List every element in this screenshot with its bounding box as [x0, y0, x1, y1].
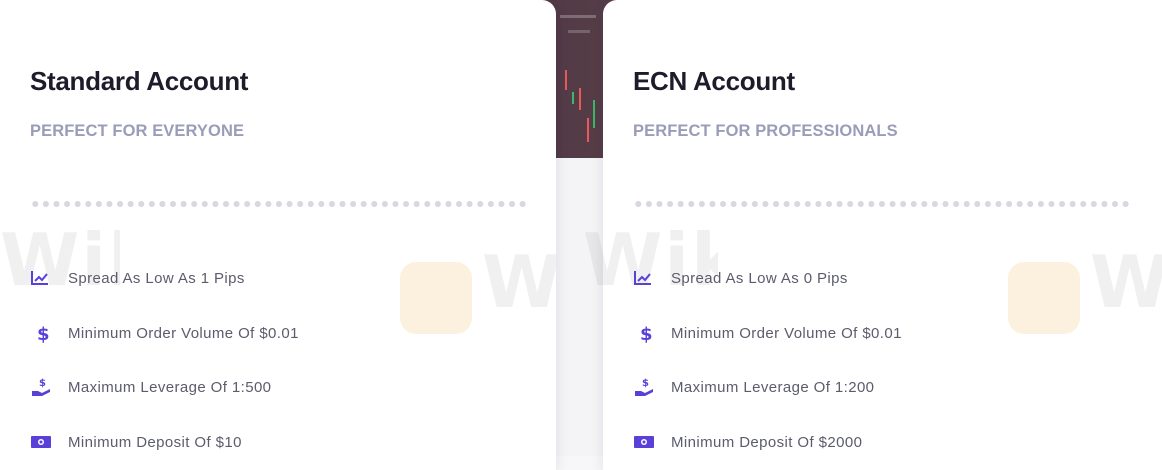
svg-text:$: $	[642, 378, 649, 389]
svg-text:$: $	[37, 324, 50, 343]
feature-item: Spread As Low As 1 Pips	[30, 267, 245, 289]
standard-account-card: Standard Account PERFECT FOR EVERYONE Wi…	[0, 0, 556, 470]
feature-item: $ Minimum Order Volume Of $0.01	[30, 322, 299, 344]
watermark-logo	[1008, 262, 1080, 334]
feature-item: $ Maximum Leverage Of 1:500	[30, 376, 271, 398]
watermark-logo	[400, 262, 472, 334]
feature-item: $ Maximum Leverage Of 1:200	[633, 376, 874, 398]
account-subtitle: PERFECT FOR EVERYONE	[30, 122, 245, 140]
account-subtitle: PERFECT FOR PROFESSIONALS	[633, 122, 898, 140]
banknote-icon	[633, 431, 659, 453]
dollar-icon: $	[633, 322, 659, 344]
feature-item: Minimum Deposit Of $2000	[633, 431, 862, 453]
banknote-icon	[30, 431, 56, 453]
feature-item: $ Minimum Order Volume Of $0.01	[633, 322, 902, 344]
watermark-text: WikiFX	[0, 218, 120, 302]
feature-text: Minimum Deposit Of $2000	[671, 433, 863, 451]
watermark-text: WikiFX	[583, 218, 718, 302]
feature-text: Spread As Low As 1 Pips	[68, 269, 245, 287]
feature-text: Minimum Deposit Of $10	[68, 433, 242, 451]
svg-text:$: $	[39, 378, 46, 389]
hand-dollar-icon: $	[633, 376, 659, 398]
chart-line-icon	[633, 267, 659, 289]
feature-item: Minimum Deposit Of $10	[30, 431, 242, 453]
account-title: Standard Account	[30, 66, 249, 96]
watermark-text: WikiFX	[482, 240, 556, 324]
account-title: ECN Account	[633, 66, 795, 96]
chart-line-icon	[30, 267, 56, 289]
dotted-divider	[633, 201, 1133, 207]
hand-dollar-icon: $	[30, 376, 56, 398]
feature-text: Spread As Low As 0 Pips	[671, 269, 848, 287]
svg-text:$: $	[640, 324, 653, 343]
feature-text: Minimum Order Volume Of $0.01	[68, 324, 299, 342]
feature-text: Minimum Order Volume Of $0.01	[671, 324, 902, 342]
feature-text: Maximum Leverage Of 1:200	[671, 378, 875, 396]
watermark-text: WikiFX	[1090, 240, 1162, 324]
feature-text: Maximum Leverage Of 1:500	[68, 378, 272, 396]
dollar-icon: $	[30, 322, 56, 344]
feature-item: Spread As Low As 0 Pips	[633, 267, 848, 289]
dotted-divider	[30, 201, 530, 207]
ecn-account-card: ECN Account PERFECT FOR PROFESSIONALS Wi…	[583, 0, 1162, 470]
